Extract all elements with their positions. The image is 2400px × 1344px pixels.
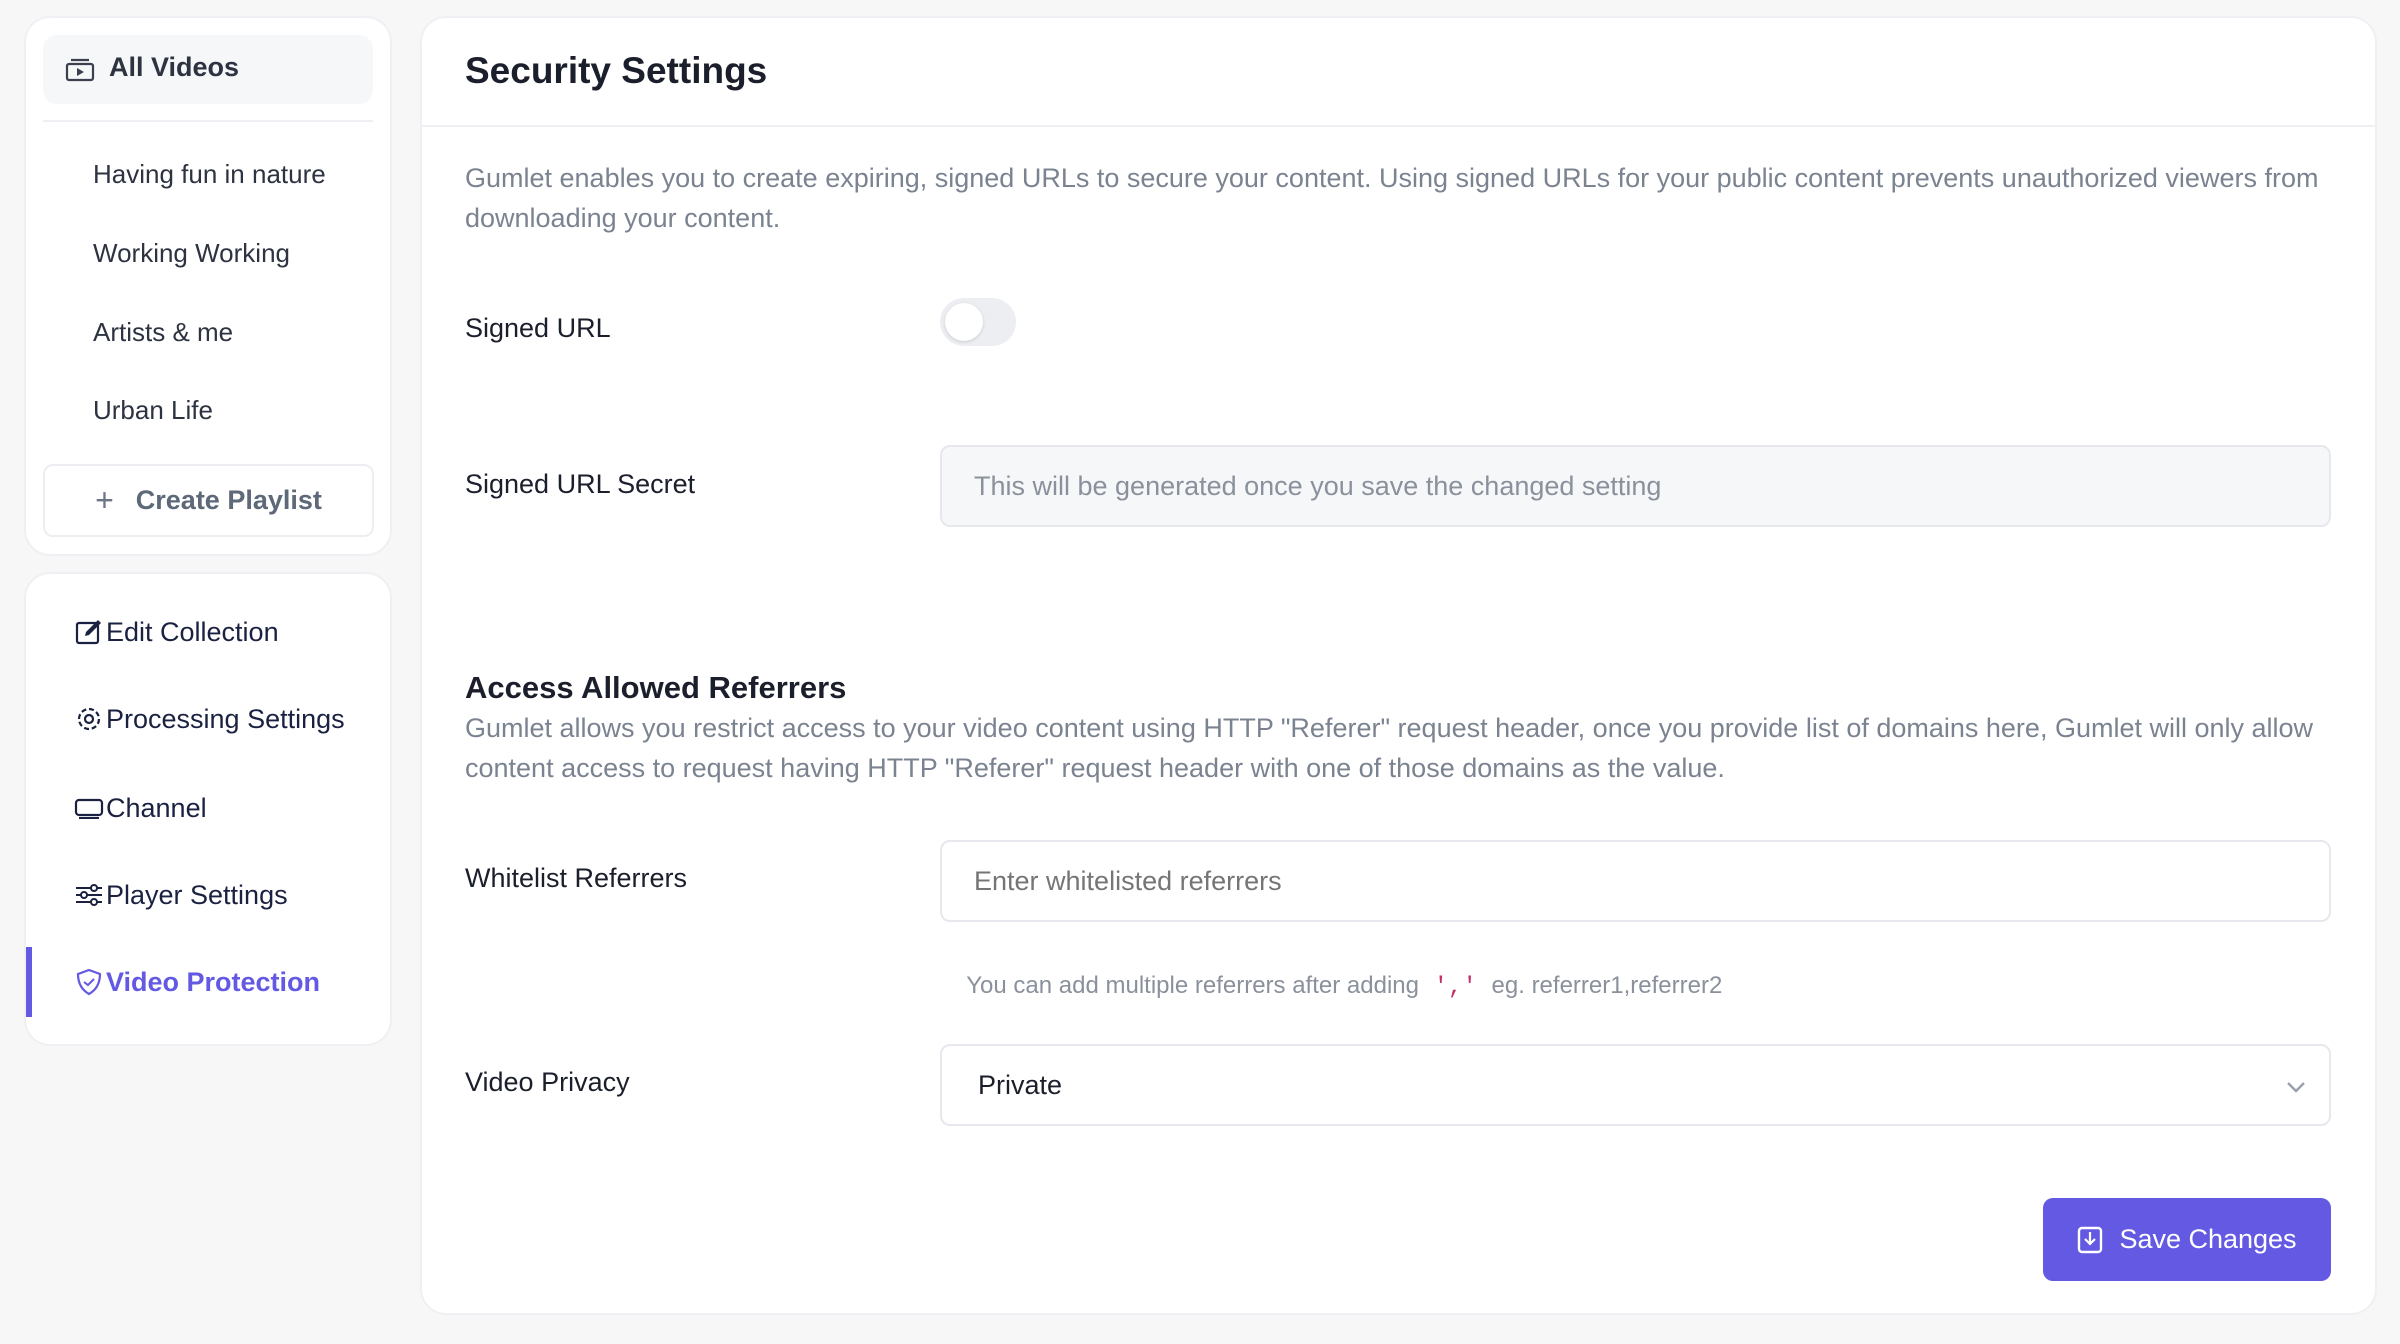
create-playlist-button[interactable]: + Create Playlist	[43, 464, 374, 537]
menu-label: Processing Settings	[106, 703, 345, 734]
whitelist-referrers-label: Whitelist Referrers	[465, 863, 688, 893]
whitelist-hint: You can add multiple referrers after add…	[940, 944, 1722, 1029]
plus-icon: +	[95, 482, 114, 518]
toggle-knob	[945, 303, 983, 341]
playlist-item[interactable]: Artists & me	[93, 312, 233, 352]
create-playlist-label: Create Playlist	[135, 485, 322, 515]
playlist-item[interactable]: Urban Life	[93, 390, 213, 430]
security-description: Gumlet enables you to create expiring, s…	[465, 163, 2319, 233]
signed-url-toggle[interactable]	[940, 298, 1016, 346]
referrers-description: Gumlet allows you restrict access to you…	[465, 713, 2314, 783]
playlist-item[interactable]: Working Working	[93, 233, 290, 273]
whitelist-referrers-input[interactable]	[940, 840, 2331, 922]
referrers-heading: Access Allowed Referrers	[465, 670, 847, 705]
menu-edit-collection[interactable]: Edit Collection	[26, 597, 390, 667]
security-settings-panel: Security Settings Gumlet enables you to …	[422, 18, 2375, 1313]
menu-label: Channel	[106, 792, 207, 823]
page-title: Security Settings	[465, 50, 768, 91]
collection-menu: Edit Collection Processing Settings Chan…	[26, 574, 390, 1044]
menu-label: Video Protection	[106, 966, 321, 997]
video-privacy-select[interactable]: Private	[940, 1044, 2331, 1126]
all-videos-button[interactable]: All Videos	[43, 35, 373, 104]
all-videos-label: All Videos	[109, 52, 240, 82]
video-privacy-label: Video Privacy	[465, 1067, 630, 1097]
menu-processing-settings[interactable]: Processing Settings	[26, 684, 390, 754]
edit-icon	[75, 620, 101, 645]
divider	[43, 120, 373, 122]
shield-icon	[76, 968, 102, 996]
signed-url-secret-label: Signed URL Secret	[465, 469, 696, 499]
signed-url-label: Signed URL	[465, 313, 611, 343]
signed-url-secret-input[interactable]: This will be generated once you save the…	[940, 445, 2331, 527]
monitor-icon	[74, 798, 104, 819]
menu-label: Edit Collection	[106, 616, 279, 647]
playlist-panel: All Videos Having fun in nature Working …	[26, 18, 390, 554]
video-library-icon	[65, 58, 95, 82]
menu-channel[interactable]: Channel	[26, 773, 390, 843]
header-divider	[422, 125, 2375, 127]
save-label: Save Changes	[2119, 1224, 2297, 1254]
sliders-icon	[76, 884, 102, 906]
hint-suffix: eg. referrer1,referrer2	[1491, 972, 1723, 999]
menu-label: Player Settings	[106, 879, 288, 910]
save-changes-button[interactable]: Save Changes	[2043, 1198, 2331, 1281]
active-indicator	[26, 947, 32, 1017]
menu-video-protection[interactable]: Video Protection	[26, 947, 390, 1017]
secret-placeholder: This will be generated once you save the…	[974, 470, 1662, 501]
hint-code: ','	[1433, 974, 1477, 1001]
save-icon	[2078, 1226, 2103, 1253]
chevron-down-icon	[2287, 1082, 2305, 1093]
privacy-value: Private	[978, 1069, 1063, 1100]
hint-prefix: You can add multiple referrers after add…	[966, 972, 1419, 999]
gear-icon	[77, 707, 101, 731]
playlist-item[interactable]: Having fun in nature	[93, 154, 326, 194]
menu-player-settings[interactable]: Player Settings	[26, 860, 390, 930]
